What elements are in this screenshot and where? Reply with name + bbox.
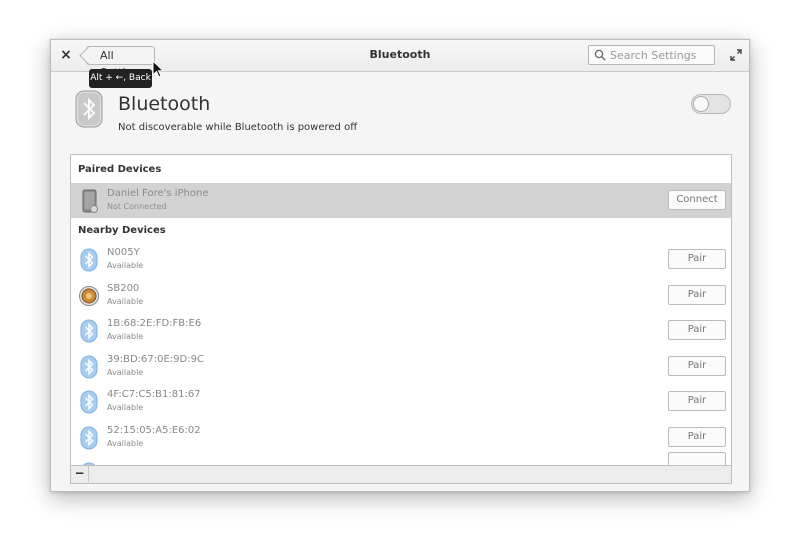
device-status: Available bbox=[107, 332, 144, 341]
bluetooth-icon bbox=[80, 248, 98, 272]
pair-button[interactable]: Pair bbox=[668, 427, 726, 447]
bluetooth-power-toggle[interactable] bbox=[691, 94, 731, 114]
device-status: Not Connected bbox=[107, 202, 167, 211]
device-status: Available bbox=[107, 297, 144, 306]
nearby-device-row[interactable]: N005Y Available Pair bbox=[71, 242, 731, 277]
phone-icon bbox=[82, 189, 98, 213]
device-status: Available bbox=[107, 403, 144, 412]
settings-window: × All Settings Bluetooth Bluetooth Not d… bbox=[50, 39, 750, 492]
nearby-device-row[interactable]: 1B:68:2E:FD:FB:E6 Available Pair bbox=[71, 313, 731, 348]
page-subtitle: Not discoverable while Bluetooth is powe… bbox=[118, 122, 358, 133]
pair-button[interactable]: Pair bbox=[668, 356, 726, 376]
toggle-knob bbox=[693, 96, 709, 112]
pair-button[interactable]: Pair bbox=[668, 391, 726, 411]
device-name: 52:15:05:A5:E6:02 bbox=[107, 425, 201, 436]
search-box[interactable] bbox=[588, 45, 715, 65]
nearby-device-row[interactable]: SB200 Available Pair bbox=[71, 278, 731, 313]
nearby-device-row[interactable]: 4F:C7:C5:B1:81:67 Available Pair bbox=[71, 384, 731, 419]
device-status: Available bbox=[107, 261, 144, 270]
connect-button[interactable]: Connect bbox=[668, 190, 726, 210]
back-tooltip: Alt + ←, Back bbox=[89, 69, 152, 88]
search-input[interactable] bbox=[610, 48, 710, 62]
device-name: 4F:C7:C5:B1:81:67 bbox=[107, 389, 201, 400]
bluetooth-icon bbox=[80, 355, 98, 379]
pair-button[interactable]: Pair bbox=[668, 320, 726, 340]
search-icon bbox=[594, 49, 606, 61]
mouse-cursor-icon bbox=[152, 60, 164, 78]
bluetooth-icon bbox=[80, 426, 98, 450]
speaker-icon bbox=[79, 286, 99, 306]
device-name: 39:BD:67:0E:9D:9C bbox=[107, 354, 204, 365]
paired-devices-header: Paired Devices bbox=[78, 164, 162, 175]
nearby-devices-header: Nearby Devices bbox=[78, 225, 166, 236]
list-toolbar: − bbox=[71, 465, 731, 483]
device-name: N005Y bbox=[107, 247, 140, 258]
nearby-device-row[interactable]: 52:15:05:A5:E6:02 Available Pair bbox=[71, 420, 731, 455]
bluetooth-device-icon bbox=[75, 90, 103, 128]
pair-button[interactable]: Pair bbox=[668, 249, 726, 269]
device-status: Available bbox=[107, 439, 144, 448]
bluetooth-icon bbox=[80, 319, 98, 343]
device-status: Available bbox=[107, 368, 144, 377]
device-name: Daniel Fore's iPhone bbox=[107, 188, 209, 199]
nearby-device-row[interactable]: 39:BD:67:0E:9D:9C Available Pair bbox=[71, 349, 731, 384]
device-name: 1B:68:2E:FD:FB:E6 bbox=[107, 318, 202, 329]
pair-button[interactable]: Pair bbox=[668, 285, 726, 305]
remove-device-button[interactable]: − bbox=[71, 466, 89, 482]
device-list: Paired Devices Daniel Fore's iPhone Not … bbox=[70, 154, 732, 484]
paired-device-row[interactable]: Daniel Fore's iPhone Not Connected Conne… bbox=[71, 183, 731, 218]
bluetooth-icon bbox=[80, 390, 98, 414]
page-title: Bluetooth bbox=[118, 93, 211, 115]
device-name: SB200 bbox=[107, 283, 140, 294]
maximize-icon[interactable] bbox=[729, 48, 743, 62]
